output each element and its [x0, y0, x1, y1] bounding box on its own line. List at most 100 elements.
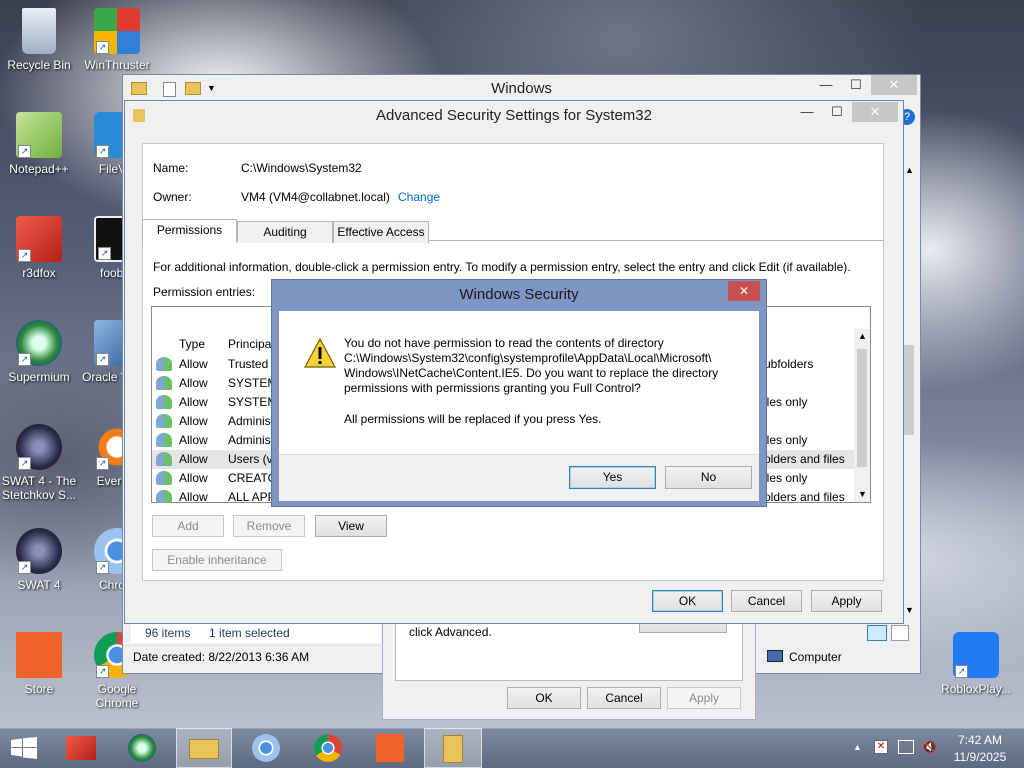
row-principal: Adminis [228, 433, 271, 447]
properties-window[interactable]: click Advanced. OK Cancel Apply [382, 612, 756, 720]
large-icons-view-icon[interactable] [891, 625, 909, 641]
desktop-icon-recycle-bin[interactable]: Recycle Bin [0, 8, 78, 72]
supermium-icon [128, 734, 156, 762]
desktop-icon-label: WinThruster [84, 58, 150, 72]
desktop-icon-swat4-stetchkov[interactable]: ↗ SWAT 4 - The Stetchkov S... [0, 424, 78, 502]
properties-cancel-button[interactable]: Cancel [587, 687, 661, 709]
advanced-titlebar[interactable]: Advanced Security Settings for System32 [125, 101, 903, 131]
row-type: Allow [179, 471, 208, 485]
desktop-icon-swat4[interactable]: ↗ SWAT 4 [0, 528, 78, 592]
desktop-icon-label: RobloxPlay... [941, 682, 1011, 696]
properties-apply-button[interactable]: Apply [667, 687, 741, 709]
scroll-thumb[interactable] [903, 345, 914, 435]
show-hidden-icons-icon[interactable]: ▲ [853, 742, 862, 752]
scroll-thumb[interactable] [857, 349, 867, 467]
users-group-icon [156, 376, 172, 390]
taskbar-folder[interactable] [424, 728, 482, 768]
row-applies-to: iles only [764, 433, 808, 447]
column-header-principal[interactable]: Principa [228, 337, 271, 351]
clock-date[interactable]: 11/9/2025 [950, 750, 1010, 764]
yes-button[interactable]: Yes [569, 466, 656, 489]
dialog-close-button[interactable]: ✕ [728, 281, 760, 301]
swat4-icon: ↗ [16, 424, 62, 470]
scroll-up-icon[interactable]: ▲ [858, 331, 867, 341]
enable-inheritance-button[interactable]: Enable inheritance [152, 549, 282, 571]
desktop-icon-r3dfox[interactable]: ↗ r3dfox [0, 216, 78, 280]
volume-icon[interactable]: 🔇 [922, 740, 937, 754]
scroll-up-icon[interactable]: ▲ [905, 165, 914, 175]
ok-button[interactable]: OK [652, 590, 723, 612]
change-owner-link[interactable]: Change [398, 190, 440, 204]
supermium-icon: ↗ [16, 320, 62, 366]
desktop-icon-notepadpp[interactable]: ↗ Notepad++ [0, 112, 78, 176]
swat4-icon: ↗ [16, 528, 62, 574]
advanced-maximize-button[interactable]: ☐ [822, 102, 852, 122]
details-view-icon[interactable] [867, 625, 887, 641]
list-scrollbar[interactable]: ▲ ▼ [854, 329, 870, 502]
advanced-close-button[interactable]: ✕ [852, 102, 898, 122]
chevron-down-icon[interactable]: ▼ [207, 83, 216, 93]
clock-time[interactable]: 7:42 AM [950, 733, 1010, 747]
users-group-icon [156, 357, 172, 371]
taskbar-supermium[interactable] [118, 728, 168, 768]
action-center-icon[interactable]: ✕ [874, 740, 888, 754]
row-principal: SYSTEM [228, 376, 278, 390]
explorer-close-button[interactable]: ✕ [871, 75, 917, 95]
taskbar-file-explorer[interactable] [176, 728, 232, 768]
folder-icon [443, 735, 463, 763]
chromium-icon [252, 734, 280, 762]
dialog-titlebar[interactable]: Windows Security [272, 280, 766, 310]
desktop-icon-label: Google Chrome [95, 682, 139, 710]
file-explorer-icon [189, 739, 219, 759]
winthruster-icon: ↗ [94, 8, 140, 54]
scroll-down-icon[interactable]: ▼ [858, 489, 867, 499]
tab-auditing[interactable]: Auditing [237, 221, 333, 243]
row-type: Allow [179, 376, 208, 390]
users-group-icon [156, 471, 172, 485]
add-button[interactable]: Add [152, 515, 224, 537]
explorer-maximize-button[interactable]: ☐ [841, 75, 871, 95]
taskbar-chromium[interactable] [242, 728, 292, 768]
owner-value: VM4 (VM4@collabnet.local) [241, 190, 390, 204]
row-type: Allow [179, 490, 208, 503]
dialog-title: Windows Security [459, 286, 579, 303]
network-icon[interactable] [898, 740, 914, 754]
dialog-note: All permissions will be replaced if you … [344, 412, 602, 426]
date-created: Date created: 8/22/2013 6:36 AM [133, 650, 310, 664]
row-applies-to: ubfolders [764, 357, 814, 371]
name-label: Name: [153, 161, 189, 175]
start-button[interactable] [0, 728, 50, 768]
properties-ok-button[interactable]: OK [507, 687, 581, 709]
notepadpp-icon: ↗ [16, 112, 62, 158]
cancel-button[interactable]: Cancel [731, 590, 802, 612]
status-item-count: 96 items [145, 626, 191, 640]
no-button[interactable]: No [665, 466, 752, 489]
explorer-titlebar[interactable]: Windows [123, 75, 920, 103]
taskbar-store[interactable] [366, 728, 416, 768]
properties-icon[interactable] [163, 82, 176, 97]
view-button[interactable]: View [315, 515, 387, 537]
desktop-icon-supermium[interactable]: ↗ Supermium [0, 320, 78, 384]
advanced-minimize-button[interactable]: — [792, 102, 822, 122]
r3dfox-icon [66, 736, 96, 760]
tab-permissions[interactable]: Permissions [142, 219, 237, 242]
column-header-type[interactable]: Type [179, 337, 205, 351]
users-group-icon [156, 490, 172, 503]
scroll-down-icon[interactable]: ▼ [905, 605, 914, 615]
explorer-minimize-button[interactable]: — [811, 75, 841, 95]
taskbar-r3dfox[interactable] [58, 728, 108, 768]
desktop-icon-label: Recycle Bin [7, 58, 71, 72]
remove-button[interactable]: Remove [233, 515, 305, 537]
taskbar-chrome[interactable] [304, 728, 354, 768]
tab-effective-access[interactable]: Effective Access [333, 221, 429, 243]
windows-security-dialog[interactable]: Windows Security ✕ You do not have permi… [271, 279, 767, 507]
row-applies-to: olders and files [764, 490, 845, 503]
new-folder-icon[interactable] [185, 82, 201, 95]
apply-button[interactable]: Apply [811, 590, 882, 612]
row-type: Allow [179, 452, 208, 466]
desktop-icon-winthruster[interactable]: ↗ WinThruster [78, 8, 156, 72]
desktop-icon-roblox[interactable]: ↗ RobloxPlay... [936, 632, 1016, 696]
desktop-icon-label: Store [24, 682, 54, 696]
desktop-icon-store[interactable]: Store [0, 632, 78, 696]
row-principal: Adminis [228, 414, 271, 428]
